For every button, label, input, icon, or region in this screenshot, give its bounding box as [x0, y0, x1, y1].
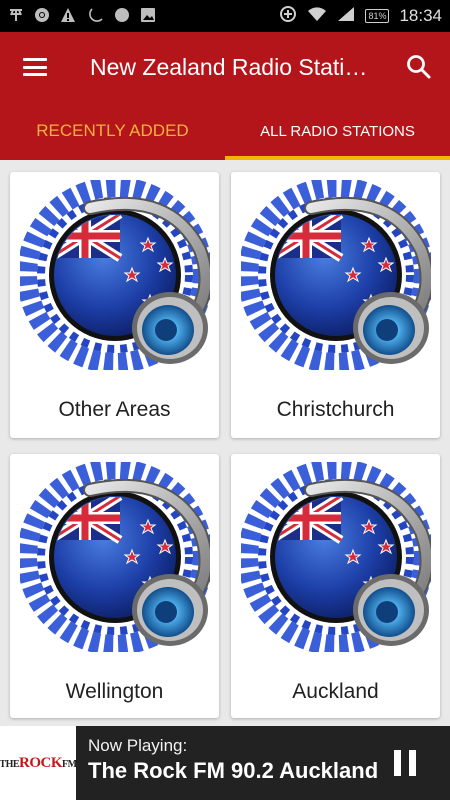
now-playing-bar[interactable]: THEROCKFM Now Playing: The Rock FM 90.2 …	[0, 726, 450, 800]
pause-button[interactable]	[394, 750, 416, 776]
image-icon	[140, 7, 156, 26]
chrome-icon	[34, 7, 50, 26]
signal-icon	[337, 6, 355, 27]
station-logo: THEROCKFM	[0, 726, 77, 800]
clock: 18:34	[399, 6, 442, 25]
category-label: Auckland	[292, 680, 379, 703]
wifi-icon	[307, 6, 327, 27]
night-icon	[86, 7, 104, 26]
navigation-drawer-button[interactable]	[0, 32, 70, 102]
nz-flag-headphones-icon	[231, 172, 440, 377]
tab-recently-added[interactable]: RECENTLY ADDED	[0, 102, 225, 160]
tab-bar: RECENTLY ADDED ALL RADIO STATIONS	[0, 102, 450, 160]
category-label: Other Areas	[58, 398, 171, 421]
search-button[interactable]	[402, 50, 436, 84]
status-bar: 81% 18:34	[0, 0, 450, 32]
tab-label: ALL RADIO STATIONS	[260, 122, 415, 140]
station-logo-text: THEROCKFM	[0, 754, 77, 771]
warning-icon	[60, 7, 76, 26]
search-icon	[407, 55, 431, 79]
category-label: Christchurch	[276, 398, 395, 421]
pause-icon	[394, 750, 401, 776]
category-card-other-areas[interactable]: Other Areas	[10, 172, 219, 438]
nz-flag-headphones-icon	[10, 172, 219, 377]
app-title: New Zealand Radio Stati…	[90, 53, 368, 80]
nz-flag-headphones-icon	[10, 454, 219, 659]
tab-all-radio-stations[interactable]: ALL RADIO STATIONS	[225, 102, 450, 160]
status-bar-notifications	[8, 7, 279, 26]
status-bar-system: 81% 18:34	[279, 5, 442, 28]
data-saver-icon	[279, 5, 297, 28]
category-grid: Other Areas Christchurch Wellington Auck…	[0, 160, 450, 726]
app-bar: New Zealand Radio Stati…	[0, 32, 450, 102]
category-card-wellington[interactable]: Wellington	[10, 454, 219, 718]
antenna-icon	[8, 7, 24, 26]
tab-label: RECENTLY ADDED	[36, 121, 189, 140]
category-card-christchurch[interactable]: Christchurch	[231, 172, 440, 438]
category-card-auckland[interactable]: Auckland	[231, 454, 440, 718]
circle-icon	[114, 7, 130, 26]
category-label: Wellington	[65, 680, 164, 703]
battery-icon: 81%	[365, 9, 390, 23]
nz-flag-headphones-icon	[231, 454, 440, 659]
hamburger-menu-icon	[23, 58, 47, 76]
